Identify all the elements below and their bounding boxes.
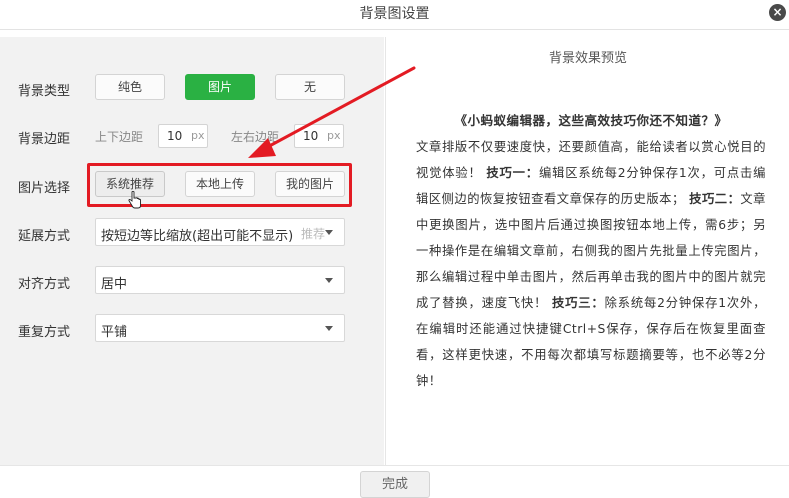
preview-panel: 背景效果预览 《小蚂蚁编辑器，这些高效技巧你还不知道？》 文章排版不仅要速度快，…: [385, 37, 789, 465]
tip2-text: 文章中更换图片，选中图片后通过换图按钮本地上传，需6步；另一种操作是在编辑文章前…: [416, 192, 766, 310]
dialog-footer: 完成: [0, 465, 789, 498]
extend-mode-recommend-tag: 推荐: [301, 227, 326, 241]
horizontal-margin-value: 10: [303, 129, 319, 143]
bg-margin-label: 背景边距: [18, 132, 71, 147]
settings-panel: [0, 37, 384, 465]
image-select-label: 图片选择: [18, 181, 71, 196]
bg-type-image-button[interactable]: 图片: [185, 74, 255, 100]
chevron-down-icon: [325, 278, 333, 283]
vertical-margin-value: 10: [167, 129, 183, 143]
repeat-mode-label: 重复方式: [18, 325, 71, 340]
extend-mode-label: 延展方式: [18, 229, 71, 244]
tip1-label: 技巧一：: [486, 166, 539, 180]
preview-article: 《小蚂蚁编辑器，这些高效技巧你还不知道？》 文章排版不仅要速度快，还要颜值高，能…: [416, 108, 766, 394]
bg-type-solid-button[interactable]: 纯色: [95, 74, 165, 100]
vertical-margin-label: 上下边距: [95, 130, 144, 144]
preview-heading: 《小蚂蚁编辑器，这些高效技巧你还不知道？》: [454, 113, 728, 128]
tip3-label: 技巧三：: [552, 296, 605, 310]
align-mode-select[interactable]: 居中: [95, 266, 345, 294]
extend-mode-select[interactable]: 按短边等比缩放(超出可能不显示) 推荐: [95, 218, 345, 246]
vertical-margin-unit: px: [191, 129, 205, 142]
close-icon[interactable]: ×: [769, 4, 786, 21]
tip2-label: 技巧二：: [689, 192, 741, 206]
done-button[interactable]: 完成: [360, 471, 430, 498]
bg-type-none-button[interactable]: 无: [275, 74, 345, 100]
dialog-titlebar: 背景图设置 ×: [0, 0, 789, 30]
vertical-margin-input[interactable]: 10 px: [158, 124, 208, 148]
bg-type-label: 背景类型: [18, 84, 71, 99]
annotation-highlight-box: [87, 163, 352, 207]
horizontal-margin-unit: px: [327, 129, 341, 142]
preview-title: 背景效果预览: [548, 51, 627, 66]
repeat-mode-select[interactable]: 平铺: [95, 314, 345, 342]
horizontal-margin-label: 左右边距: [231, 130, 280, 144]
extend-mode-value: 按短边等比缩放(超出可能不显示): [101, 229, 294, 244]
dialog-title: 背景图设置: [359, 6, 430, 22]
horizontal-margin-input[interactable]: 10 px: [294, 124, 344, 148]
align-mode-value: 居中: [101, 277, 128, 292]
repeat-mode-value: 平铺: [101, 325, 128, 340]
chevron-down-icon: [325, 326, 333, 331]
hand-cursor-icon: [128, 191, 141, 209]
background-image-settings-dialog: 背景图设置 × 背景类型 纯色 图片 无 背景边距 上下边距 10 px 左右边…: [0, 0, 789, 498]
align-mode-label: 对齐方式: [18, 277, 71, 292]
chevron-down-icon: [325, 230, 333, 235]
